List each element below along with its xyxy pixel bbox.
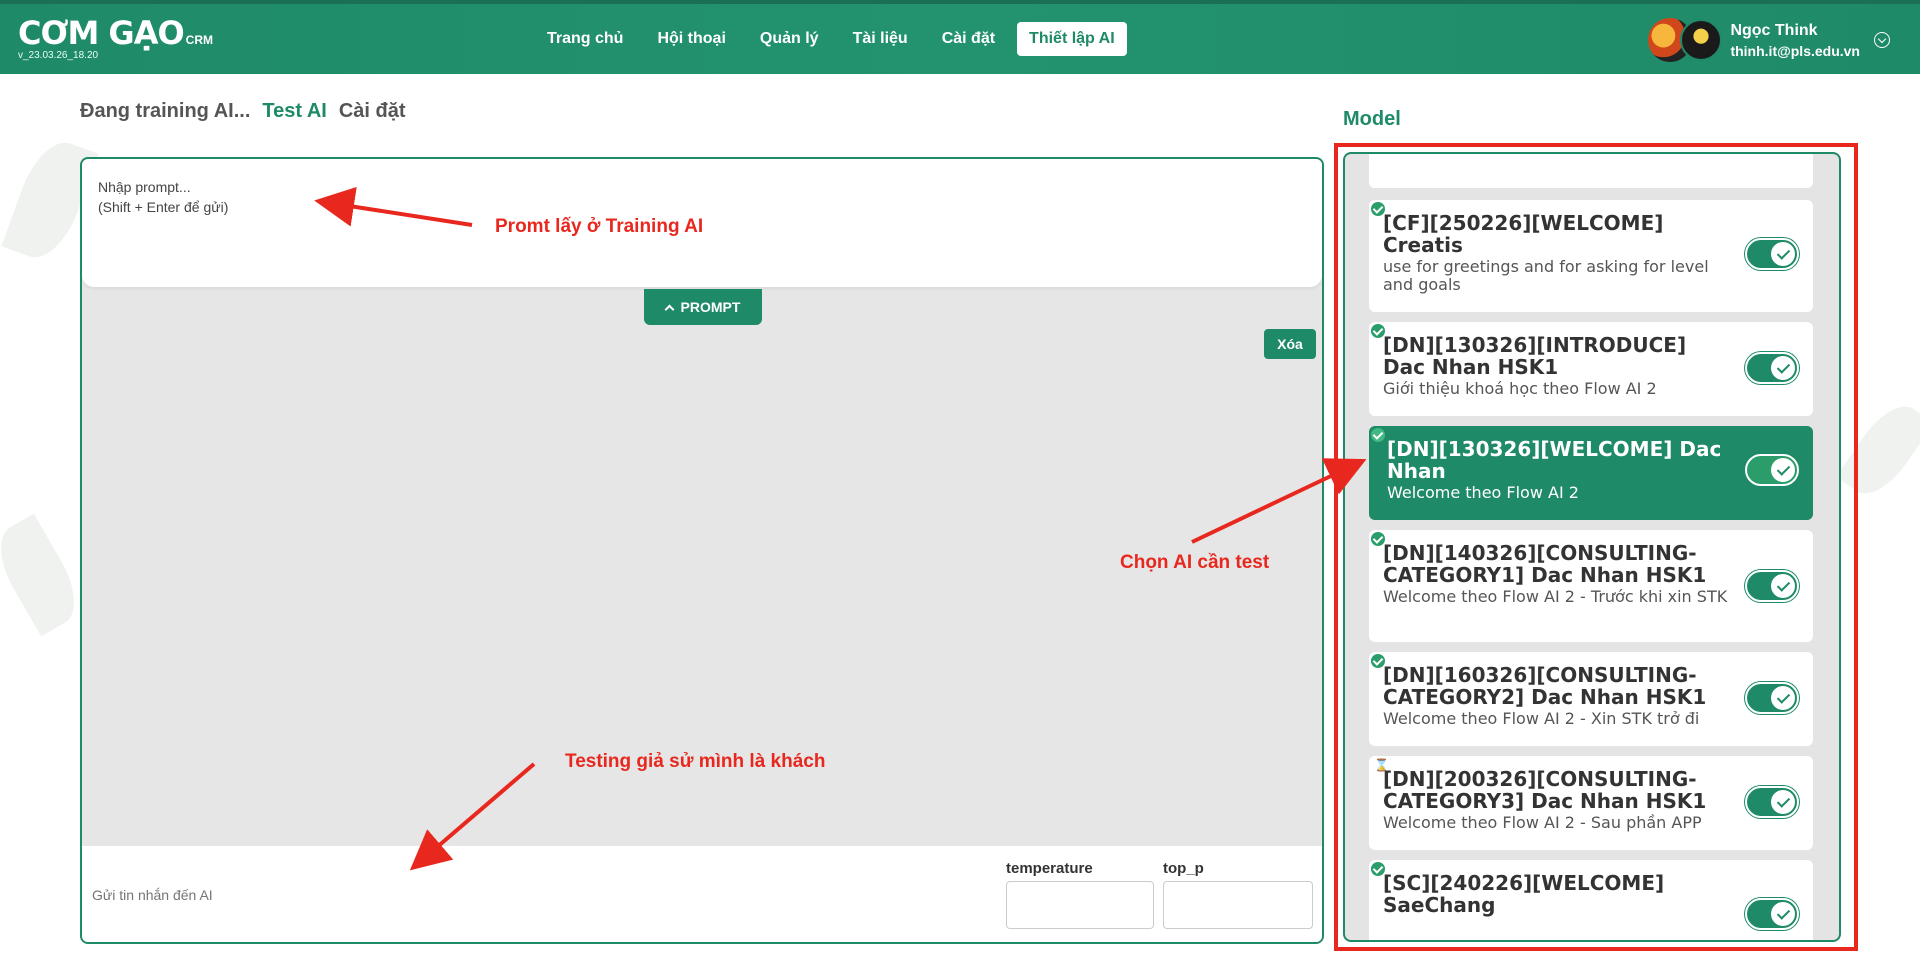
model-card-title: [DN][130326][INTRODUCE] Dac Nhan HSK1 [1383, 333, 1687, 379]
model-toggle[interactable] [1745, 682, 1799, 714]
annotation-testing-note: Testing giả sử mình là khách [565, 751, 826, 772]
model-card-desc: Welcome theo Flow AI 2 - Trước khi xin S… [1383, 587, 1728, 606]
check-icon [1771, 356, 1795, 380]
logo-text: CƠM GẠO [18, 14, 185, 52]
model-card-desc: Welcome theo Flow AI 2 - Xin STK trở đi [1383, 709, 1700, 728]
model-title: Model [1343, 108, 1401, 130]
list-item [1369, 154, 1813, 188]
model-toggle[interactable] [1745, 454, 1799, 486]
model-card[interactable]: [SC][240226][WELCOME] SaeChang [1369, 860, 1813, 940]
check-icon [1771, 242, 1795, 266]
temperature-param: temperature [1006, 860, 1154, 929]
model-card-desc: Giới thiệu khoá học theo Flow AI 2 [1383, 379, 1657, 398]
model-card[interactable]: [DN][160326][CONSULTING-CATEGORY2] Dac N… [1369, 652, 1813, 746]
check-icon [1771, 458, 1795, 482]
temperature-label: temperature [1006, 860, 1093, 877]
model-card-title: [DN][200326][CONSULTING-CATEGORY3] Dac N… [1383, 767, 1707, 813]
check-icon [1771, 902, 1795, 926]
temperature-input[interactable] [1006, 881, 1154, 929]
page-tabs: Đang training AI... Test AI Cài đặt [80, 100, 406, 123]
model-toggle[interactable] [1745, 898, 1799, 930]
background-leaf [0, 513, 89, 637]
annotation-choose-note: Chọn AI cần test [1120, 552, 1270, 573]
tab-settings[interactable]: Cài đặt [339, 100, 406, 123]
annotation-prompt-note: Promt lấy ở Training AI [495, 216, 704, 237]
check-icon [1371, 202, 1385, 216]
check-icon [1371, 428, 1385, 442]
model-toggle[interactable] [1745, 238, 1799, 270]
model-card-desc: Welcome theo Flow AI 2 - Sau phần APP [1383, 813, 1702, 832]
top-p-label: top_p [1163, 860, 1204, 877]
clear-button[interactable]: Xóa [1264, 329, 1316, 359]
top-p-param: top_p [1163, 860, 1313, 929]
check-icon [1371, 862, 1385, 876]
nav-home[interactable]: Trang chủ [535, 22, 635, 56]
check-icon [1771, 790, 1795, 814]
chat-panel: Nhập prompt... (Shift + Enter để gửi) PR… [80, 157, 1324, 944]
tab-test-ai[interactable]: Test AI [262, 100, 326, 123]
chevron-up-icon [664, 304, 674, 314]
user-name: Ngọc Think [1730, 21, 1818, 39]
model-toggle[interactable] [1745, 352, 1799, 384]
model-card[interactable]: [DN][140326][CONSULTING-CATEGORY1] Dac N… [1369, 530, 1813, 642]
check-icon [1371, 654, 1385, 668]
model-card-title: [SC][240226][WELCOME] SaeChang [1383, 871, 1665, 917]
nav-settings[interactable]: Cài đặt [930, 22, 1007, 56]
check-icon [1771, 574, 1795, 598]
nav-documents[interactable]: Tài liệu [841, 22, 920, 56]
main-nav: Trang chủ Hội thoại Quản lý Tài liệu Cài… [535, 22, 1127, 56]
nav-management[interactable]: Quản lý [748, 22, 831, 56]
model-toggle[interactable] [1745, 570, 1799, 602]
prompt-button-label: PROMPT [680, 299, 741, 315]
nav-ai-setup[interactable]: Thiết lập AI [1017, 22, 1127, 56]
user-info: Ngọc Think thinh.it@pls.edu.vn [1730, 22, 1860, 59]
prompt-toggle-button[interactable]: PROMPT [644, 289, 762, 325]
model-card[interactable]: [DN][130326][INTRODUCE] Dac Nhan HSK1 Gi… [1369, 322, 1813, 416]
hourglass-icon: ⌛ [1374, 758, 1389, 772]
check-icon [1371, 532, 1385, 546]
logo-suffix: CRM [185, 33, 213, 47]
check-icon [1371, 324, 1385, 338]
check-icon [1771, 686, 1795, 710]
user-email: thinh.it@pls.edu.vn [1730, 42, 1860, 59]
model-card-title: [DN][130326][WELCOME] Dac Nhan [1387, 437, 1722, 483]
model-card-title: [DN][140326][CONSULTING-CATEGORY1] Dac N… [1383, 541, 1707, 587]
chevron-down-icon[interactable] [1874, 32, 1890, 48]
model-toggle[interactable] [1745, 786, 1799, 818]
app-logo[interactable]: CƠM GẠO CRM v_23.03.26_18.20 [18, 16, 213, 61]
message-input[interactable] [92, 882, 892, 908]
model-card[interactable]: [CF][250226][WELCOME] Creatis use for gr… [1369, 200, 1813, 312]
tab-training[interactable]: Đang training AI... [80, 100, 250, 123]
model-panel: [CF][250226][WELCOME] Creatis use for gr… [1343, 152, 1841, 942]
model-card-desc: use for greetings and for asking for lev… [1383, 257, 1709, 294]
app-header: CƠM GẠO CRM v_23.03.26_18.20 Trang chủ Hộ… [0, 0, 1920, 74]
top-p-input[interactable] [1163, 881, 1313, 929]
user-menu[interactable]: Ngọc Think thinh.it@pls.edu.vn [1648, 18, 1890, 62]
model-card-selected[interactable]: [DN][130326][WELCOME] Dac Nhan Welcome t… [1369, 426, 1813, 520]
nav-conversations[interactable]: Hội thoại [645, 22, 737, 56]
model-card-desc: Welcome theo Flow AI 2 [1387, 483, 1579, 502]
model-card-title: [CF][250226][WELCOME] Creatis [1383, 211, 1664, 257]
model-card[interactable]: ⌛ [DN][200326][CONSULTING-CATEGORY3] Dac… [1369, 756, 1813, 850]
avatar [1680, 19, 1723, 61]
message-bar: temperature top_p [82, 846, 1322, 942]
model-card-title: [DN][160326][CONSULTING-CATEGORY2] Dac N… [1383, 663, 1707, 709]
